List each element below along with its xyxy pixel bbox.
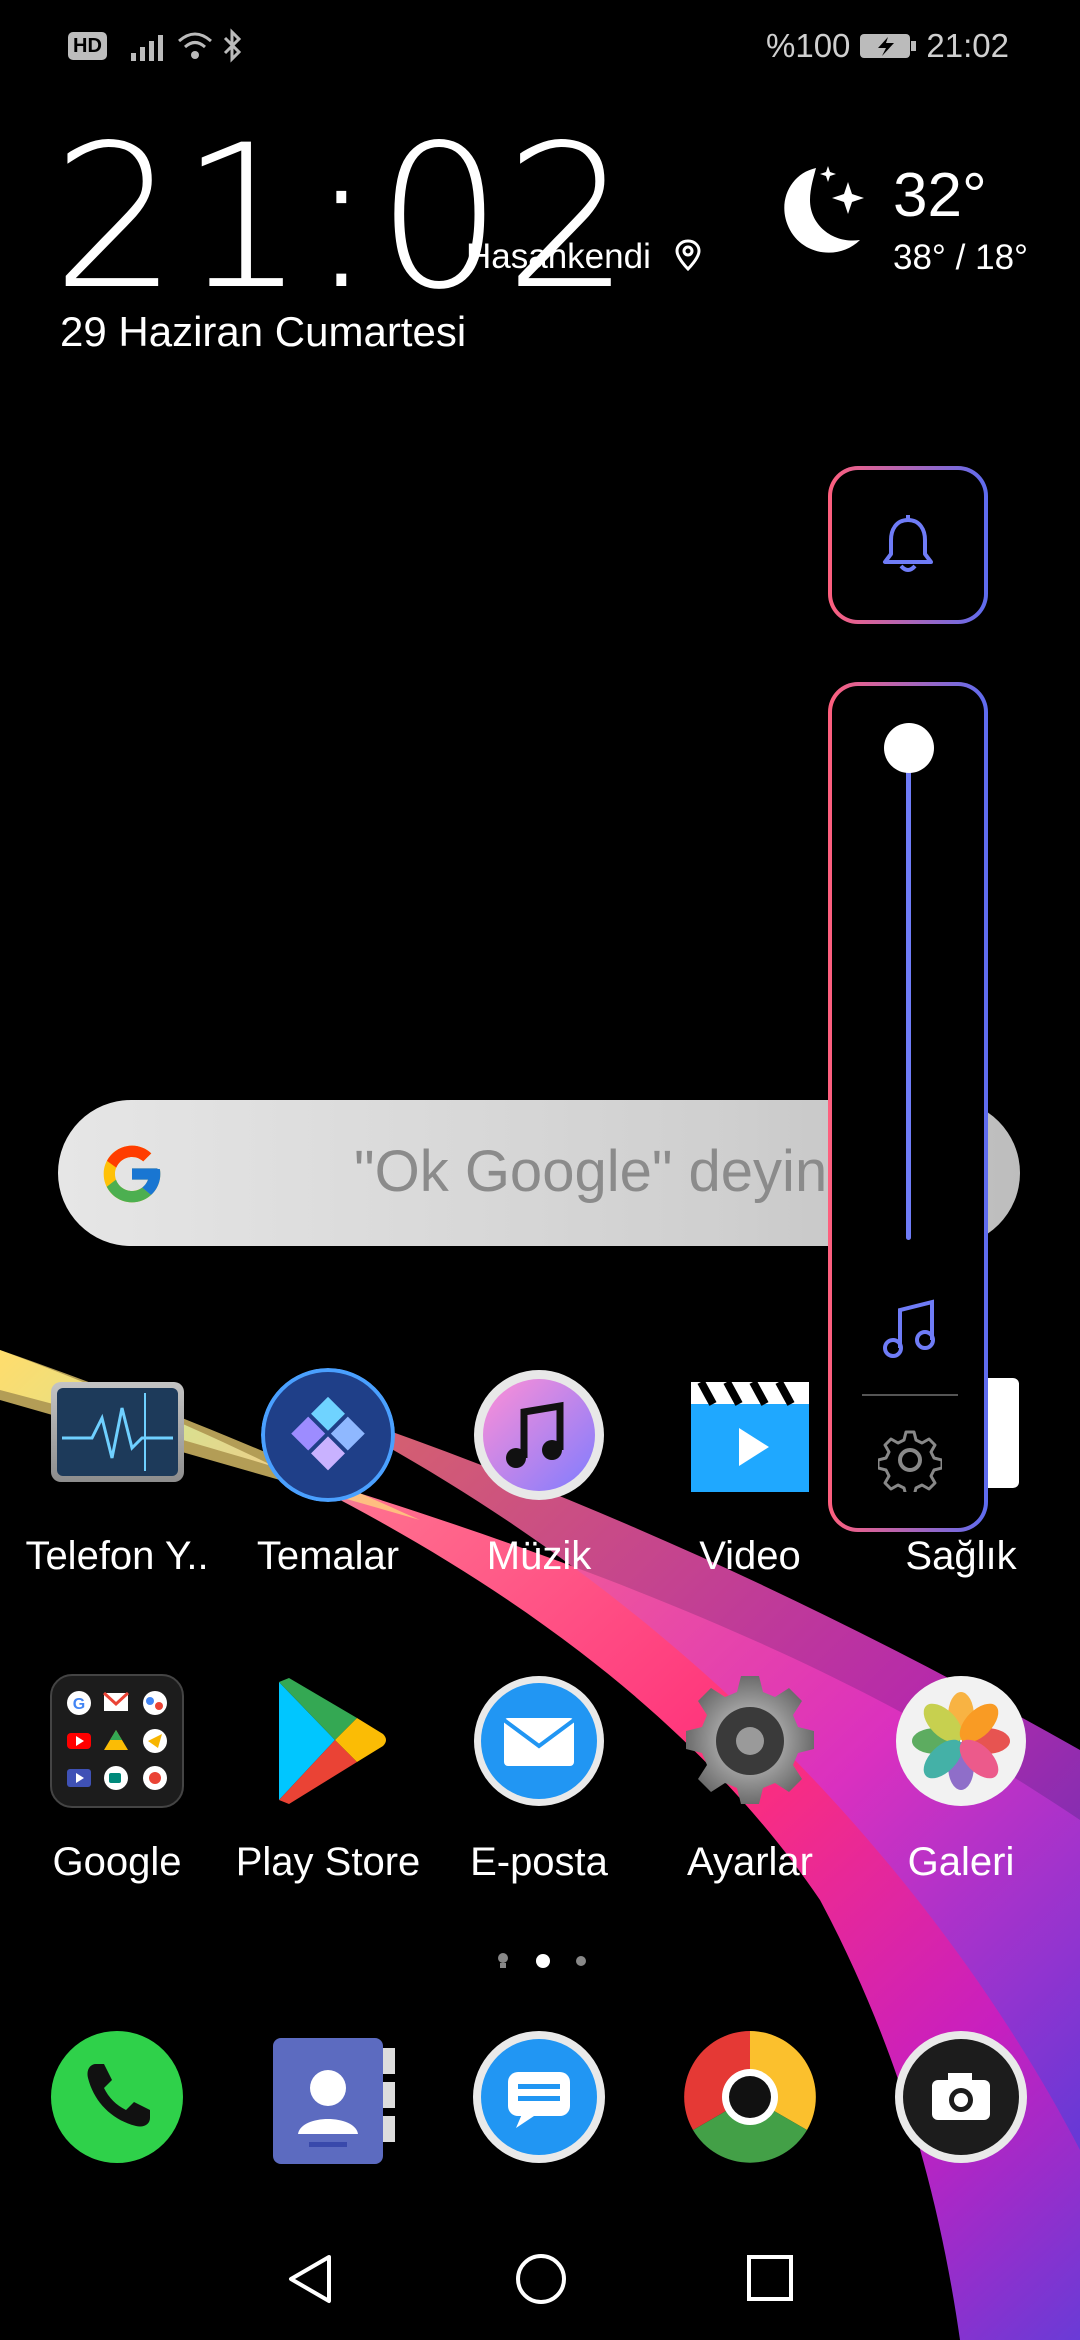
wifi-icon <box>177 32 212 59</box>
clock-time[interactable]: 21:02 <box>52 118 633 318</box>
page-indicator[interactable] <box>496 1952 586 1970</box>
google-folder-icon[interactable]: G <box>50 1674 184 1808</box>
video-icon[interactable] <box>683 1372 817 1506</box>
contacts-icon[interactable] <box>269 2034 403 2168</box>
hint-bulb-icon <box>498 1953 508 1968</box>
app-label: Google <box>52 1840 182 1884</box>
app-label: Video <box>699 1534 801 1578</box>
themes-icon[interactable] <box>261 1368 395 1502</box>
signal-icon <box>130 35 163 61</box>
phone-icon[interactable] <box>50 2030 184 2164</box>
location-label: Hasankendi <box>466 237 651 276</box>
volume-slider-thumb[interactable] <box>884 723 934 773</box>
status-bar-left: HD <box>68 22 245 70</box>
navigation-bar <box>0 2240 1080 2310</box>
recents-icon[interactable] <box>746 2254 794 2302</box>
hd-icon: HD <box>68 32 107 60</box>
volume-divider <box>862 1394 958 1396</box>
page-dot-active <box>536 1954 550 1968</box>
music-icon[interactable] <box>472 1368 606 1502</box>
back-icon[interactable] <box>285 2252 335 2306</box>
battery-charging-icon <box>860 34 917 58</box>
location-pin-icon <box>675 239 701 272</box>
weather-temp-range: 38° / 18° <box>893 238 1029 277</box>
page-dot <box>576 1956 586 1966</box>
home-icon[interactable] <box>514 2252 568 2306</box>
volume-track[interactable] <box>906 748 911 1240</box>
ringer-mode-button[interactable] <box>828 466 988 624</box>
settings-icon[interactable] <box>683 1674 817 1808</box>
status-bar-right: %100 21:02 <box>766 22 1009 70</box>
clock-date: 29 Haziran Cumartesi <box>60 308 467 355</box>
google-g-icon <box>103 1145 161 1203</box>
app-label: Sağlık <box>905 1534 1017 1578</box>
app-telefon-yoneticisi[interactable] <box>51 1382 184 1482</box>
camera-icon[interactable] <box>894 2030 1028 2164</box>
svg-text:G: G <box>73 1696 85 1713</box>
app-label: Galeri <box>907 1840 1015 1884</box>
app-label: Ayarlar <box>687 1840 813 1884</box>
gallery-icon[interactable] <box>894 1674 1028 1808</box>
status-time: 21:02 <box>926 27 1009 64</box>
app-label: Play Store <box>235 1840 421 1884</box>
phone-manager-icon <box>57 1388 178 1476</box>
app-label: Temalar <box>256 1534 400 1578</box>
app-label: Telefon Y.. <box>25 1534 209 1578</box>
gear-icon[interactable] <box>878 1428 942 1492</box>
volume-panel <box>828 682 988 1532</box>
music-note-icon[interactable] <box>880 1298 940 1362</box>
play-store-icon[interactable] <box>261 1674 395 1808</box>
volume-fill <box>906 748 911 1240</box>
search-placeholder: "Ok Google" deyin <box>354 1139 828 1204</box>
moon-stars-icon[interactable] <box>764 160 876 272</box>
email-icon[interactable] <box>472 1674 606 1808</box>
bell-icon <box>883 515 933 572</box>
weather-temperature[interactable]: 32° <box>893 160 987 231</box>
chrome-icon[interactable] <box>683 2030 817 2164</box>
battery-percent: %100 <box>766 27 851 64</box>
bluetooth-icon <box>223 28 242 63</box>
app-label: Müzik <box>486 1534 592 1578</box>
clock-location[interactable]: Hasankendi <box>466 237 703 277</box>
messages-icon[interactable] <box>472 2030 606 2164</box>
app-label: E-posta <box>470 1840 608 1884</box>
